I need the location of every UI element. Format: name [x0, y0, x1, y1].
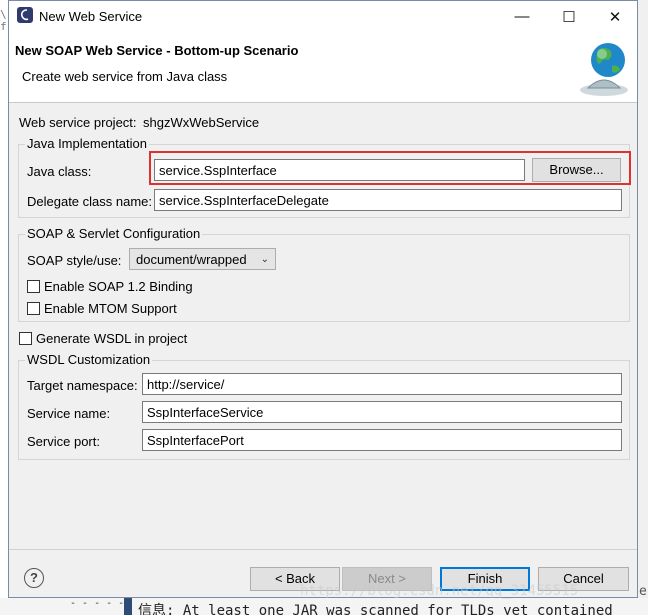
delegate-class-input[interactable]: [154, 189, 622, 211]
soap-style-select[interactable]: document/wrapped ⌄: [129, 248, 276, 270]
wizard-title: New SOAP Web Service - Bottom-up Scenari…: [15, 43, 299, 58]
service-port-input[interactable]: [142, 429, 622, 451]
background-console: - - - - - 信息: At least one JAR was scann…: [0, 598, 648, 615]
close-button[interactable]: ✕: [592, 1, 638, 32]
mtom-checkbox[interactable]: [27, 301, 40, 315]
generate-wsdl-label: Generate WSDL in project: [36, 330, 188, 346]
service-name-input[interactable]: [142, 401, 622, 423]
soap12-checkbox-row[interactable]: Enable SOAP 1.2 Binding: [27, 278, 193, 294]
help-icon[interactable]: ?: [24, 568, 44, 588]
wizard-description: Create web service from Java class: [22, 69, 228, 84]
generate-wsdl-checkbox-row[interactable]: Generate WSDL in project: [19, 330, 187, 346]
web-service-globe-icon: [580, 43, 628, 96]
background-edge-text: e: [639, 584, 647, 599]
csdn-watermark: https://blog.csdn.net/qq_31455515: [300, 583, 579, 599]
soap-style-value: document/wrapped: [136, 251, 247, 267]
soap12-label: Enable SOAP 1.2 Binding: [44, 278, 193, 294]
java-implementation-title: Java Implementation: [25, 136, 149, 151]
maximize-button[interactable]: ☐: [546, 1, 592, 32]
wizard-header: New SOAP Web Service - Bottom-up Scenari…: [9, 32, 637, 103]
red-highlight-box: [149, 151, 631, 185]
eclipse-app-icon: [17, 7, 33, 23]
minimize-button[interactable]: —: [499, 1, 545, 32]
footer-divider: [9, 549, 637, 550]
project-label: Web service project:: [19, 115, 137, 130]
console-dots: - - - - -: [70, 598, 125, 609]
new-web-service-dialog: New Web Service — ☐ ✕ New SOAP Web Servi…: [8, 0, 638, 598]
mtom-label: Enable MTOM Support: [44, 300, 177, 316]
mtom-checkbox-row[interactable]: Enable MTOM Support: [27, 300, 177, 316]
soap-style-label: SOAP style/use:: [27, 253, 122, 268]
service-port-label: Service port:: [27, 434, 100, 449]
service-name-label: Service name:: [27, 406, 111, 421]
soap-servlet-title: SOAP & Servlet Configuration: [25, 226, 203, 241]
console-output-text: 信息: At least one JAR was scanned for TLD…: [138, 603, 613, 615]
soap12-checkbox[interactable]: [27, 279, 40, 293]
project-value: shgzWxWebService: [143, 115, 260, 130]
console-scroll-marker: [124, 598, 132, 615]
generate-wsdl-checkbox[interactable]: [19, 331, 32, 345]
window-title: New Web Service: [39, 9, 143, 24]
wsdl-customization-title: WSDL Customization: [25, 352, 153, 367]
target-namespace-label: Target namespace:: [27, 378, 138, 393]
chevron-down-icon: ⌄: [260, 253, 269, 265]
java-class-label: Java class:: [27, 164, 92, 179]
delegate-class-label: Delegate class name:: [27, 194, 153, 209]
title-bar: New Web Service — ☐ ✕: [9, 1, 637, 32]
target-namespace-input[interactable]: [142, 373, 622, 395]
